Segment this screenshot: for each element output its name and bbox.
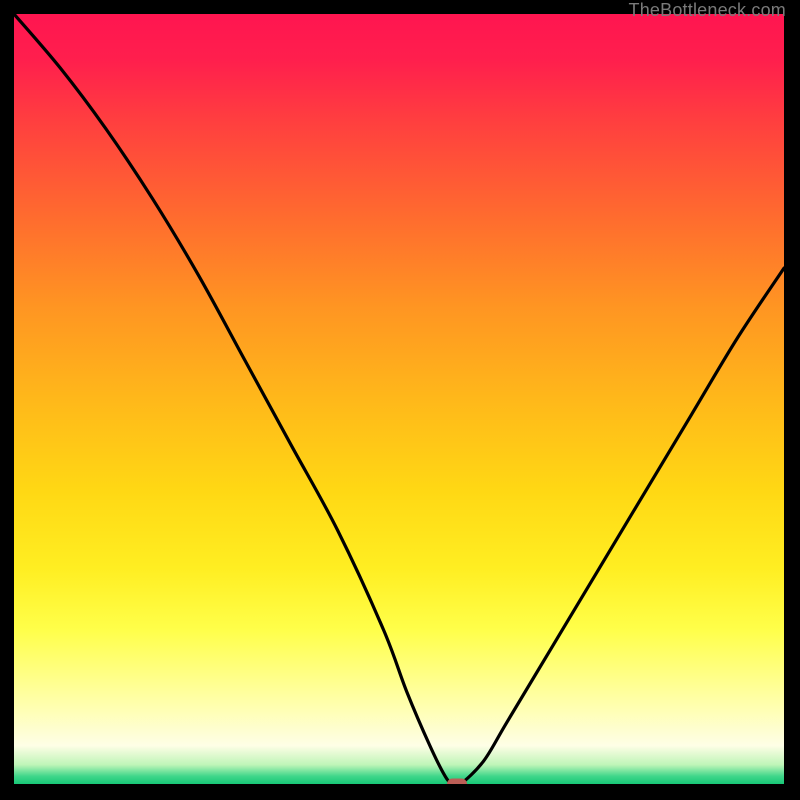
bottleneck-curve bbox=[14, 14, 784, 784]
chart-frame: TheBottleneck.com bbox=[0, 0, 800, 800]
plot-area bbox=[14, 14, 784, 784]
watermark-text: TheBottleneck.com bbox=[629, 0, 786, 21]
optimal-point-marker bbox=[447, 779, 467, 785]
